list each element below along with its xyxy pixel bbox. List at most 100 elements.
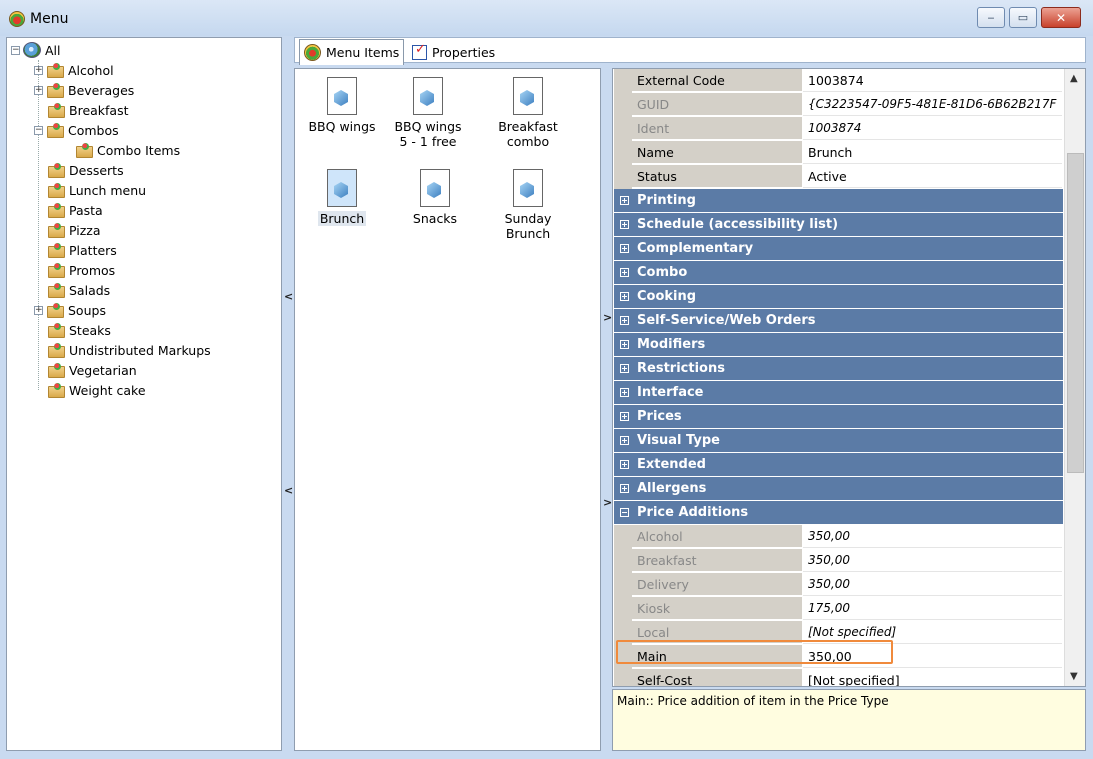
expand-icon[interactable]	[620, 412, 629, 421]
menu-item-tile-selected[interactable]: Brunch	[305, 169, 379, 226]
scroll-thumb[interactable]	[1067, 153, 1084, 473]
left-splitter[interactable]: < <	[283, 37, 293, 751]
splitter-collapse-icon[interactable]: <	[284, 484, 293, 497]
property-row[interactable]: Alcohol 350,00	[614, 525, 1064, 549]
collapse-icon[interactable]: −	[34, 125, 43, 135]
tree-item[interactable]: Salads	[47, 280, 110, 300]
property-grid[interactable]: External Code 1003874 GUID {C3223547-09F5-4…	[612, 68, 1086, 687]
property-row[interactable]: Status Active	[614, 165, 1064, 189]
tree-item[interactable]: Pizza	[47, 220, 101, 240]
expand-icon[interactable]	[620, 436, 629, 445]
tree-item-label: Pizza	[69, 222, 101, 238]
property-category[interactable]: Self-Service/Web Orders	[614, 309, 1063, 333]
tab-properties[interactable]: Properties	[408, 40, 499, 64]
property-row[interactable]: Delivery 350,00	[614, 573, 1064, 597]
expand-icon[interactable]: +	[34, 305, 43, 315]
menu-item-tile[interactable]: Sunday Brunch	[491, 169, 565, 241]
expand-icon[interactable]: +	[34, 65, 43, 75]
tab-label: Menu Items	[326, 45, 400, 60]
property-row[interactable]: Kiosk 175,00	[614, 597, 1064, 621]
menu-item-tile[interactable]: BBQ wings 5 - 1 free	[391, 77, 465, 149]
tree-item[interactable]: + Beverages	[34, 80, 134, 100]
property-category[interactable]: Cooking	[614, 285, 1063, 309]
splitter-expand-icon[interactable]: >	[603, 496, 612, 509]
expand-icon[interactable]	[620, 364, 629, 373]
tree-item[interactable]: Combo Items	[75, 140, 180, 160]
expand-icon[interactable]	[620, 484, 629, 493]
property-category[interactable]: Restrictions	[614, 357, 1063, 381]
tree-item[interactable]: Steaks	[47, 320, 111, 340]
expand-icon[interactable]	[620, 244, 629, 253]
property-category[interactable]: Extended	[614, 453, 1063, 477]
property-value: 350,00	[803, 549, 1062, 572]
tree-item[interactable]: Desserts	[47, 160, 124, 180]
expand-icon[interactable]	[620, 196, 629, 205]
expand-icon[interactable]	[620, 316, 629, 325]
expand-icon[interactable]	[620, 340, 629, 349]
property-value[interactable]: [Not specified]	[803, 669, 1062, 686]
property-value[interactable]: Active	[803, 165, 1062, 188]
tree-item[interactable]: + Soups	[34, 300, 106, 320]
tree-item[interactable]: + Alcohol	[34, 60, 114, 80]
expand-icon[interactable]	[620, 292, 629, 301]
row-gutter	[614, 597, 632, 621]
property-row[interactable]: GUID {C3223547-09F5-481E-81D6-6B62B217F	[614, 93, 1064, 117]
collapse-icon[interactable]	[620, 508, 629, 517]
tree-item[interactable]: − Combos	[34, 120, 119, 140]
right-splitter[interactable]: > >	[602, 68, 612, 751]
menu-item-tile[interactable]: Breakfast combo	[491, 77, 565, 149]
tree-item[interactable]: Promos	[47, 260, 115, 280]
property-category[interactable]: Price Additions	[614, 501, 1063, 525]
category-label: Price Additions	[637, 505, 749, 520]
property-row[interactable]: Self-Cost [Not specified]	[614, 669, 1064, 686]
minimize-button[interactable]: ‒	[977, 7, 1005, 28]
menu-item-tile[interactable]: BBQ wings	[305, 77, 379, 134]
splitter-expand-icon[interactable]: >	[603, 311, 612, 324]
tree-root-all[interactable]: − All	[11, 40, 61, 60]
expand-icon[interactable]	[620, 388, 629, 397]
folder-icon	[47, 243, 65, 258]
expand-icon[interactable]: +	[34, 85, 43, 95]
property-row[interactable]: Breakfast 350,00	[614, 549, 1064, 573]
tree-item[interactable]: Undistributed Markups	[47, 340, 211, 360]
menu-item-tile[interactable]: Snacks	[398, 169, 472, 226]
collapse-icon[interactable]: −	[11, 45, 20, 55]
tree-item[interactable]: Platters	[47, 240, 117, 260]
tree-item[interactable]: Vegetarian	[47, 360, 137, 380]
row-gutter	[614, 669, 632, 686]
scroll-up-icon[interactable]: ▲	[1070, 73, 1078, 84]
expand-icon[interactable]	[620, 460, 629, 469]
maximize-button[interactable]: ▭	[1009, 7, 1037, 28]
property-scrollbar[interactable]: ▲ ▼	[1064, 69, 1085, 686]
property-category[interactable]: Interface	[614, 381, 1063, 405]
tree-item-label: Soups	[68, 302, 106, 318]
property-category[interactable]: Modifiers	[614, 333, 1063, 357]
scroll-down-icon[interactable]: ▼	[1070, 671, 1078, 682]
close-button[interactable]: ✕	[1041, 7, 1081, 28]
menu-items-pane[interactable]: BBQ wings BBQ wings 5 - 1 free Breakfast…	[294, 68, 601, 751]
category-tree[interactable]: − All + Alcohol + Beverages Breakfast − Combos…	[6, 37, 282, 751]
property-row[interactable]: Name Brunch	[614, 141, 1064, 165]
property-category[interactable]: Printing	[614, 189, 1063, 213]
splitter-collapse-icon[interactable]: <	[284, 290, 293, 303]
tree-item[interactable]: Pasta	[47, 200, 103, 220]
property-category[interactable]: Visual Type	[614, 429, 1063, 453]
property-value[interactable]: 1003874	[803, 69, 1062, 92]
property-category[interactable]: Complementary	[614, 237, 1063, 261]
property-row[interactable]: External Code 1003874	[614, 69, 1064, 93]
menu-items-icon	[304, 44, 321, 61]
property-category[interactable]: Schedule (accessibility list)	[614, 213, 1063, 237]
tree-item[interactable]: Weight cake	[47, 380, 146, 400]
property-category[interactable]: Allergens	[614, 477, 1063, 501]
tree-item[interactable]: Breakfast	[47, 100, 129, 120]
menu-item-label: BBQ wings	[308, 119, 376, 134]
property-value[interactable]: Brunch	[803, 141, 1062, 164]
expand-icon[interactable]	[620, 268, 629, 277]
property-row[interactable]: Ident 1003874	[614, 117, 1064, 141]
tree-item[interactable]: Lunch menu	[47, 180, 146, 200]
tree-item-label: Vegetarian	[69, 362, 137, 378]
property-category[interactable]: Combo	[614, 261, 1063, 285]
tab-menu-items[interactable]: Menu Items	[299, 39, 405, 65]
property-category[interactable]: Prices	[614, 405, 1063, 429]
expand-icon[interactable]	[620, 220, 629, 229]
